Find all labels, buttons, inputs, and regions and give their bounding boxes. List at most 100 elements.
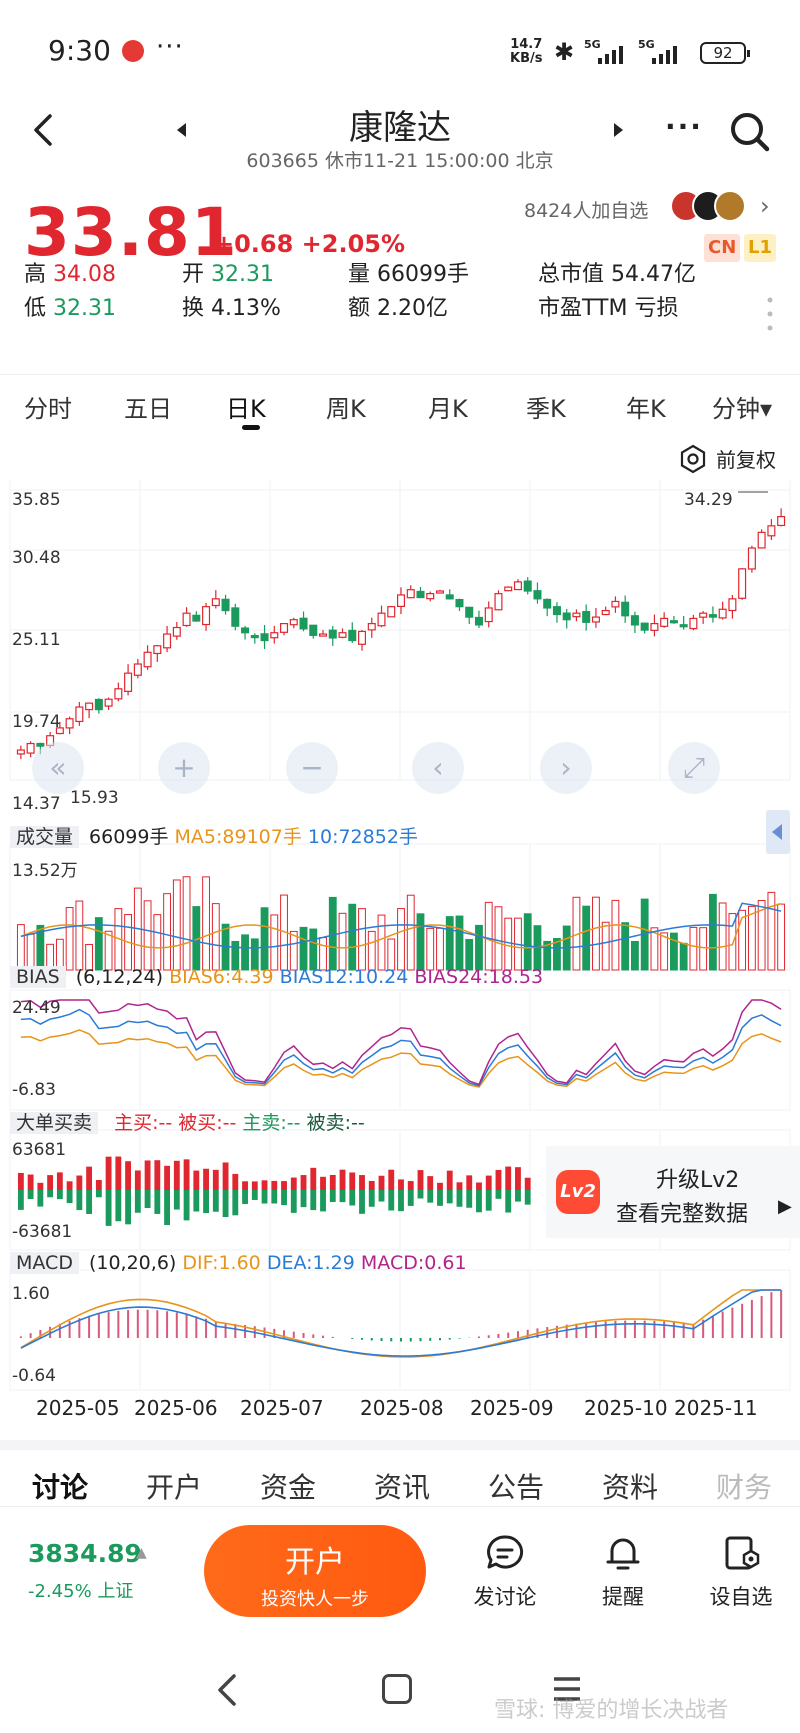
watcher-avatars[interactable]: [670, 190, 750, 224]
candle-body: [708, 614, 717, 618]
big-sell-bar: [17, 1190, 24, 1210]
tab-rik[interactable]: 日K: [226, 389, 266, 424]
app-notification-icon: [122, 40, 144, 62]
side-panel-toggle-icon[interactable]: [766, 810, 790, 854]
candle-body: [124, 672, 133, 692]
open-account-subtitle: 投资快人一步: [261, 1589, 369, 1610]
big-sell-bar: [203, 1190, 209, 1214]
big-sell-bar: [281, 1190, 287, 1206]
big-sell-bar: [349, 1190, 356, 1206]
open-account-button[interactable]: 开户 投资快人一步: [204, 1525, 426, 1617]
add-watchlist-button[interactable]: 设自选: [696, 1533, 786, 1611]
chevron-right-icon[interactable]: ›: [760, 192, 770, 220]
remind-button[interactable]: 提醒: [578, 1533, 668, 1611]
volume-bar: [689, 926, 698, 971]
tab-niank[interactable]: 年K: [626, 389, 666, 424]
candle-body: [494, 593, 503, 611]
candle-body: [465, 606, 474, 618]
volume-bar: [436, 927, 444, 971]
scroll-right-icon[interactable]: ›: [540, 742, 592, 794]
big-buy-bar: [456, 1182, 463, 1190]
content-tabs: 讨论 开户 资金 资讯 公告 资料 财务: [0, 1440, 800, 1510]
candle-body: [358, 630, 367, 645]
big-buy-bar: [417, 1170, 424, 1190]
nav-back-icon[interactable]: [214, 1672, 242, 1708]
more-icon[interactable]: ···: [665, 110, 703, 143]
zoom-out-icon[interactable]: −: [286, 742, 338, 794]
watchers-count[interactable]: 8424人加自选: [524, 196, 648, 223]
big-sell-bar: [485, 1190, 492, 1211]
candle-body: [153, 645, 162, 655]
bell-icon: [606, 1538, 640, 1570]
bias-header[interactable]: BIAS (6,12,24) BIAS6:4.39 BIAS12:10.24 BI…: [10, 966, 543, 988]
x-tick-label: 2025-06: [134, 1396, 218, 1420]
passive-sell-value: 被卖:--: [306, 1112, 365, 1134]
tab-open-account[interactable]: 开户: [146, 1466, 202, 1506]
tab-fenzhong[interactable]: 分钟▾: [712, 389, 772, 424]
signal-icon-2: 5G: [638, 38, 690, 64]
network-speed: 14.7 KB/s: [510, 38, 542, 66]
big-sell-bar: [47, 1190, 54, 1198]
candle-body: [455, 599, 464, 608]
bluetooth-icon: ✱: [554, 38, 575, 66]
nav-home-icon[interactable]: [382, 1674, 412, 1704]
tab-news[interactable]: 资讯: [374, 1466, 430, 1506]
volume-bar: [494, 906, 503, 971]
big-buy-bar: [349, 1172, 356, 1190]
tab-announcements[interactable]: 公告: [488, 1466, 544, 1506]
big-sell-bar: [66, 1190, 73, 1204]
volume-header[interactable]: 成交量 66099手 MA5:89107手 10:72852手: [10, 822, 418, 849]
index-change[interactable]: -2.45% 上证: [28, 1577, 133, 1603]
tab-jik[interactable]: 季K: [526, 389, 566, 424]
big-buy-bar: [524, 1177, 531, 1190]
tab-fenshi[interactable]: 分时: [24, 389, 72, 424]
tab-profile[interactable]: 资料: [602, 1466, 658, 1506]
prev-stock-icon[interactable]: [172, 120, 192, 140]
fullscreen-icon[interactable]: ⤢: [668, 742, 720, 794]
big-buy-bar: [115, 1156, 122, 1190]
volume-bar: [270, 914, 279, 971]
kline-chart[interactable]: [0, 480, 800, 1420]
status-bar: 9:30 ··· 14.7 KB/s ✱ 5G 5G 92: [0, 0, 800, 100]
macd-header[interactable]: MACD (10,20,6) DIF:1.60 DEA:1.29 MACD:0.6…: [10, 1252, 467, 1274]
battery-icon: 92: [700, 42, 750, 64]
tab-yuek[interactable]: 月K: [428, 389, 468, 424]
add-watchlist-label: 设自选: [709, 1585, 773, 1609]
candle-body: [543, 598, 552, 609]
candle-body: [26, 742, 35, 754]
big-order-header[interactable]: 大单买卖 主买:-- 被买:-- 主卖:-- 被卖:--: [10, 1108, 365, 1135]
next-stock-icon[interactable]: [608, 120, 628, 140]
big-sell-bar: [105, 1190, 112, 1226]
search-icon[interactable]: [728, 110, 772, 154]
volume-bar: [299, 926, 308, 971]
adjust-label[interactable]: 前复权: [716, 444, 776, 473]
candle-body: [699, 612, 708, 618]
adjust-settings-icon[interactable]: [678, 444, 708, 474]
price-change: +0.68 +2.05%: [214, 230, 406, 258]
expand-dots-icon[interactable]: [766, 294, 774, 334]
tab-financials[interactable]: 财务: [716, 1466, 772, 1506]
volume-bar: [377, 914, 386, 971]
tab-discussion[interactable]: 讨论: [32, 1466, 88, 1506]
volume-bar: [241, 934, 249, 971]
volume-ma10: 10:72852手: [307, 826, 418, 848]
big-sell-bar: [368, 1190, 375, 1207]
zoom-in-icon[interactable]: +: [158, 742, 210, 794]
big-buy-bar: [95, 1179, 102, 1190]
big-buy-bar: [37, 1182, 44, 1190]
tab-wuri[interactable]: 五日: [124, 389, 172, 424]
big-buy-bar: [515, 1167, 521, 1190]
big-buy-bar: [222, 1162, 229, 1190]
volume-bar: [309, 928, 318, 971]
quote-low: 低 32.31: [24, 296, 116, 321]
scroll-left-icon[interactable]: ‹: [412, 742, 464, 794]
volume-bar: [718, 902, 727, 971]
tab-funds[interactable]: 资金: [260, 1466, 316, 1506]
post-discussion-button[interactable]: 发讨论: [460, 1533, 550, 1611]
tab-zhouk[interactable]: 周K: [326, 389, 366, 424]
candle-body: [250, 635, 259, 639]
price-y-label: 35.85: [12, 490, 61, 510]
upgrade-lv2-banner[interactable]: Lv2 升级Lv2 查看完整数据 ▶: [546, 1146, 800, 1238]
index-value[interactable]: 3834.89: [28, 1539, 142, 1568]
scroll-left-fast-icon[interactable]: «: [32, 742, 84, 794]
